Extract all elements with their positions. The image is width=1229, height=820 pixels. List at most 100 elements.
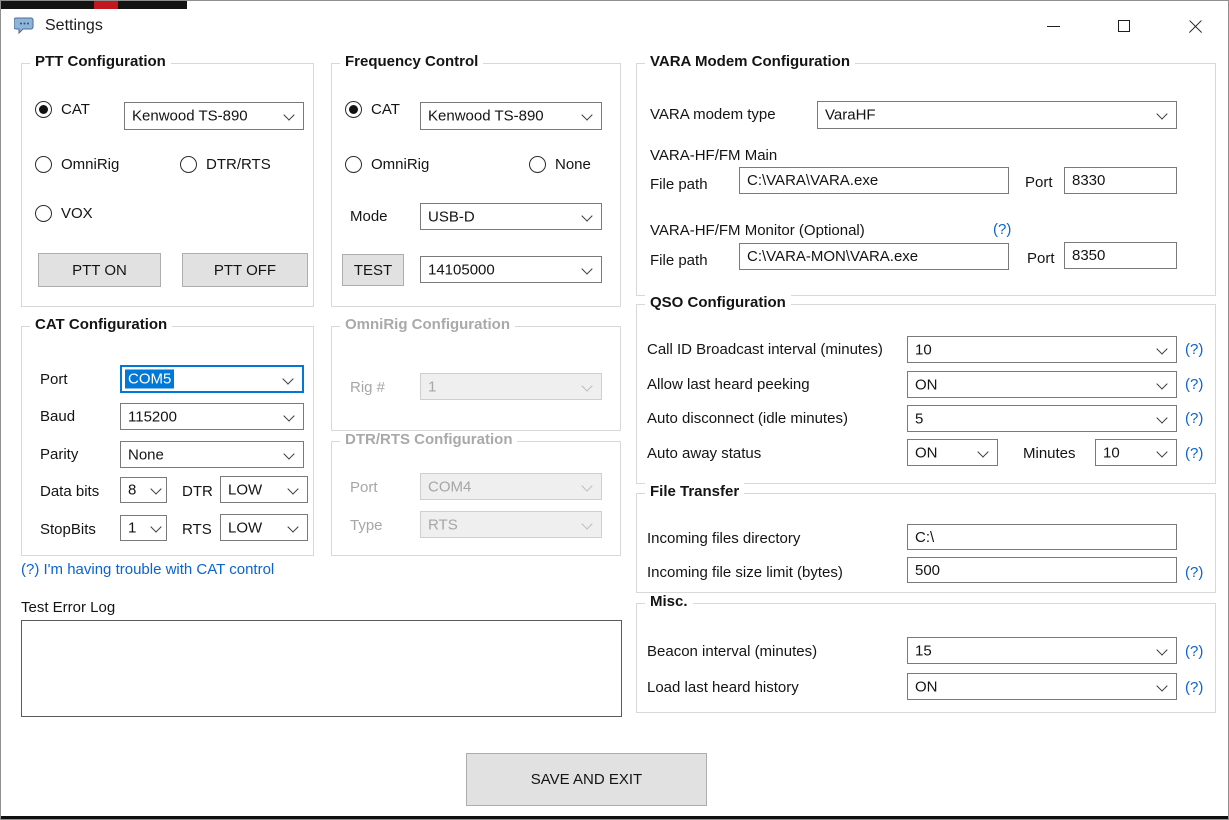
- close-icon: [1188, 19, 1203, 34]
- cat-rts-select[interactable]: LOW: [220, 514, 308, 541]
- selected-value: None: [128, 446, 164, 463]
- selected-value: 1: [428, 378, 437, 395]
- ptt-radio-cat[interactable]: CAT: [35, 101, 90, 118]
- cat-port-select[interactable]: COM5: [120, 365, 304, 393]
- callid-help-link[interactable]: (?): [1185, 341, 1203, 358]
- rts-label: RTS: [182, 521, 212, 538]
- selected-value: 8: [128, 481, 137, 499]
- ptt-radio-vox[interactable]: VOX: [35, 205, 93, 222]
- incoming-dir-label: Incoming files directory: [647, 530, 801, 547]
- dtrrts-port-label: Port: [350, 479, 378, 496]
- selected-value: COM4: [428, 478, 472, 495]
- cat-trouble-link[interactable]: (?) I'm having trouble with CAT control: [21, 561, 274, 578]
- chevron-down-icon: [1156, 412, 1168, 424]
- cat-baud-select[interactable]: 115200: [120, 403, 304, 430]
- auto-disconnect-help-link[interactable]: (?): [1185, 410, 1203, 427]
- main-file-path-input[interactable]: C:\VARA\VARA.exe: [739, 167, 1009, 194]
- monitor-file-path-input[interactable]: C:\VARA-MON\VARA.exe: [739, 243, 1009, 270]
- auto-away-select[interactable]: ON: [907, 439, 998, 466]
- away-minutes-label: Minutes: [1023, 445, 1076, 462]
- minimize-button[interactable]: [1025, 8, 1081, 44]
- main-port-label: Port: [1025, 174, 1053, 191]
- save-and-exit-button[interactable]: SAVE AND EXIT: [466, 753, 707, 806]
- group-title: PTT Configuration: [30, 53, 171, 70]
- stopbits-label: StopBits: [40, 521, 96, 538]
- dtrrts-port-select: COM4: [420, 473, 602, 500]
- radio-label: VOX: [61, 205, 93, 222]
- chevron-down-icon: [1156, 343, 1168, 355]
- beacon-interval-select[interactable]: 15: [907, 637, 1177, 664]
- chevron-down-icon: [581, 518, 593, 530]
- test-button[interactable]: TEST: [342, 254, 404, 286]
- monitor-help-link[interactable]: (?): [993, 221, 1011, 238]
- auto-disconnect-label: Auto disconnect (idle minutes): [647, 410, 848, 427]
- cat-parity-select[interactable]: None: [120, 441, 304, 468]
- ptt-off-button[interactable]: PTT OFF: [182, 253, 308, 287]
- beacon-interval-help-link[interactable]: (?): [1185, 643, 1203, 660]
- radio-label: CAT: [371, 101, 400, 118]
- radio-icon: [345, 101, 362, 118]
- ptt-cat-device-select[interactable]: Kenwood TS-890: [124, 102, 304, 130]
- frequency-select[interactable]: 14105000: [420, 256, 602, 283]
- file-size-limit-help-link[interactable]: (?): [1185, 564, 1203, 581]
- test-error-log-textarea[interactable]: [21, 620, 622, 717]
- close-button[interactable]: [1167, 8, 1223, 44]
- vara-main-header: VARA-HF/FM Main: [650, 147, 778, 164]
- dtrrts-type-select: RTS: [420, 511, 602, 538]
- selected-value: 115200: [128, 408, 177, 425]
- vara-modem-configuration-group: VARA Modem Configuration VARA modem type…: [636, 53, 1216, 296]
- monitor-file-path-label: File path: [650, 252, 708, 269]
- last-heard-peeking-help-link[interactable]: (?): [1185, 376, 1203, 393]
- parity-label: Parity: [40, 446, 79, 463]
- rig-number-label: Rig #: [350, 379, 386, 396]
- rig-number-select: 1: [420, 373, 602, 400]
- omnirig-configuration-group: OmniRig Configuration Rig # 1: [331, 316, 621, 431]
- last-heard-peeking-select[interactable]: ON: [907, 371, 1177, 398]
- ptt-radio-omnirig[interactable]: OmniRig: [35, 156, 119, 173]
- monitor-port-input[interactable]: 8350: [1064, 242, 1177, 269]
- selected-value: COM5: [125, 369, 175, 389]
- cat-databits-select[interactable]: 8: [120, 477, 167, 503]
- maximize-button[interactable]: [1096, 8, 1152, 44]
- freq-cat-device-select[interactable]: Kenwood TS-890: [420, 102, 602, 130]
- ptt-radio-dtrrts[interactable]: DTR/RTS: [180, 156, 271, 173]
- selected-value: 10: [1103, 444, 1120, 461]
- load-history-help-link[interactable]: (?): [1185, 679, 1203, 696]
- file-size-limit-input[interactable]: 500: [907, 557, 1177, 583]
- callid-interval-select[interactable]: 10: [907, 336, 1177, 363]
- mode-select[interactable]: USB-D: [420, 203, 602, 230]
- freq-radio-cat[interactable]: CAT: [345, 101, 400, 118]
- selected-value: LOW: [228, 519, 263, 536]
- baud-label: Baud: [40, 408, 76, 425]
- away-minutes-select[interactable]: 10: [1095, 439, 1177, 466]
- misc-group: Misc. Beacon interval (minutes) 15 (?) L…: [636, 593, 1216, 713]
- freq-radio-omnirig[interactable]: OmniRig: [345, 156, 429, 173]
- test-error-log-label: Test Error Log: [21, 599, 116, 616]
- auto-disconnect-select[interactable]: 5: [907, 405, 1177, 432]
- incoming-dir-input[interactable]: C:\: [907, 524, 1177, 550]
- selected-value: ON: [915, 678, 938, 695]
- chevron-down-icon: [977, 446, 989, 458]
- load-history-select[interactable]: ON: [907, 673, 1177, 700]
- chevron-down-icon: [287, 483, 299, 495]
- selected-value: 5: [915, 410, 924, 427]
- qso-configuration-group: QSO Configuration Call ID Broadcast inte…: [636, 294, 1216, 484]
- ptt-on-button[interactable]: PTT ON: [38, 253, 161, 287]
- vara-modem-type-select[interactable]: VaraHF: [817, 101, 1177, 129]
- vara-modem-type-label: VARA modem type: [650, 106, 776, 123]
- selected-value: VaraHF: [825, 106, 876, 124]
- vara-monitor-header: VARA-HF/FM Monitor (Optional): [650, 222, 865, 239]
- chevron-down-icon: [1156, 644, 1168, 656]
- app-chat-icon: [14, 17, 34, 35]
- cat-stopbits-select[interactable]: 1: [120, 515, 167, 541]
- chevron-down-icon: [283, 448, 295, 460]
- freq-radio-none[interactable]: None: [529, 156, 591, 173]
- auto-away-help-link[interactable]: (?): [1185, 445, 1203, 462]
- group-title: OmniRig Configuration: [340, 316, 515, 333]
- selected-value: Kenwood TS-890: [132, 107, 248, 125]
- main-port-input[interactable]: 8330: [1064, 167, 1177, 194]
- cat-dtr-select[interactable]: LOW: [220, 476, 308, 503]
- monitor-port-label: Port: [1027, 250, 1055, 267]
- frequency-control-group: Frequency Control CAT Kenwood TS-890 Omn…: [331, 53, 621, 307]
- selected-value: 15: [915, 642, 932, 659]
